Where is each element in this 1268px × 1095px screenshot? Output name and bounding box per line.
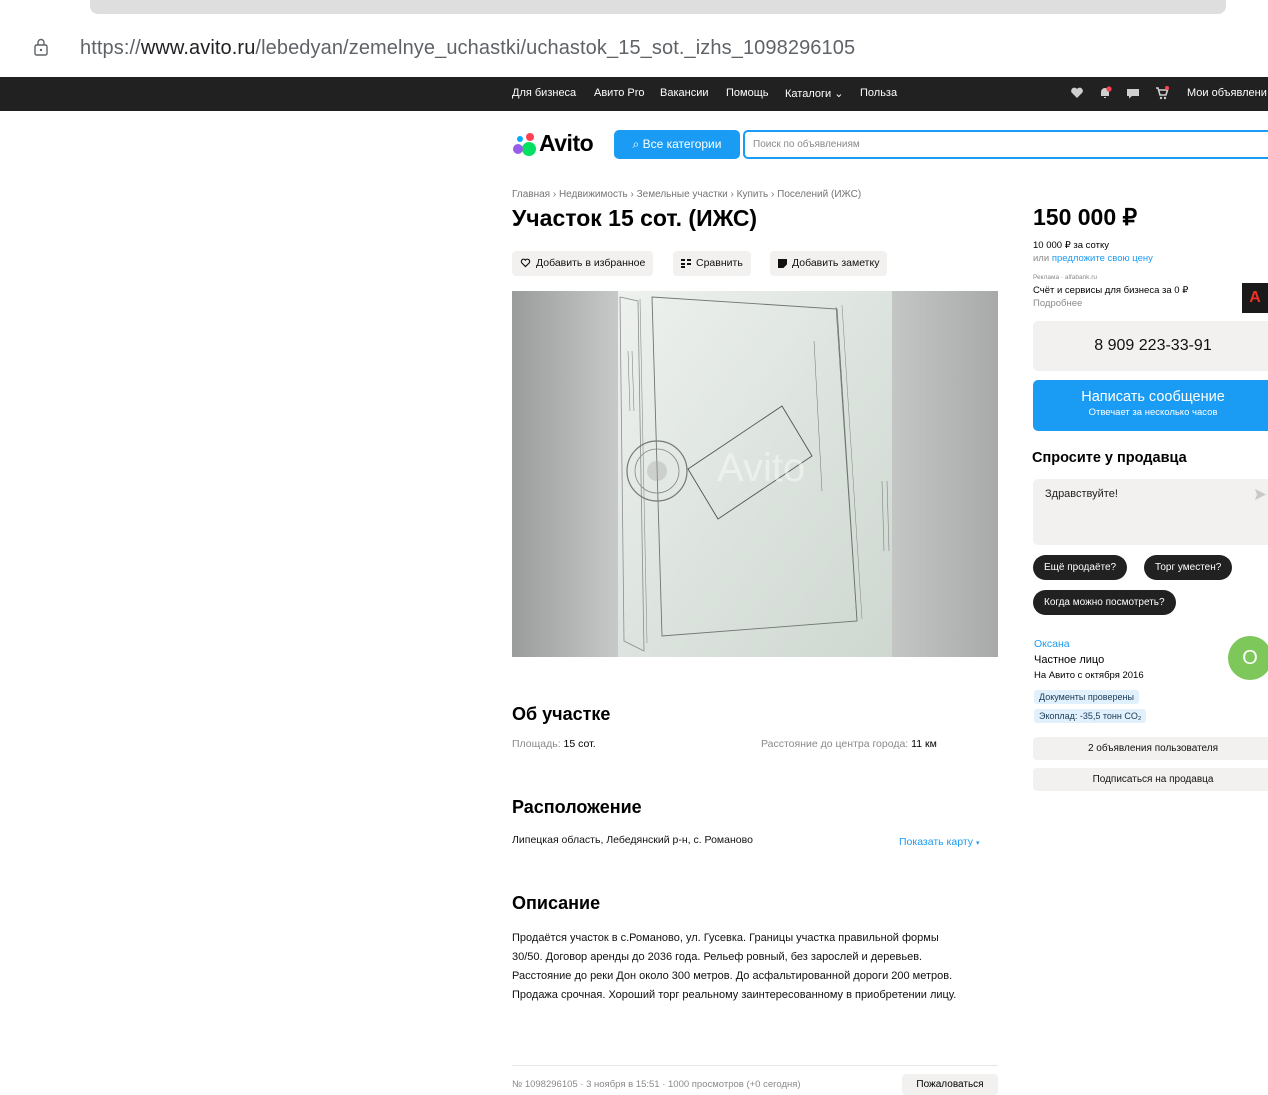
complain-button[interactable]: Пожаловаться	[902, 1074, 998, 1095]
send-icon[interactable]	[1254, 488, 1267, 501]
alfa-bank-ad-icon[interactable]: А	[1242, 283, 1268, 313]
response-time-label: Отвечает за несколько часов	[1088, 407, 1218, 418]
my-ads-link[interactable]: Мои объявлени	[1187, 87, 1267, 99]
url-text[interactable]: https://www.avito.ru/lebedyan/zemelnye_u…	[80, 37, 855, 60]
search-icon: ⌕	[632, 137, 640, 151]
offer-price-line: или предложите свою цену	[1033, 253, 1153, 264]
add-note-button[interactable]: Добавить заметку	[770, 251, 888, 276]
ask-message-text: Здравствуйте!	[1045, 488, 1118, 500]
area-value: 15 сот.	[563, 738, 596, 750]
nav-link-catalogs[interactable]: Каталоги ⌄	[785, 87, 843, 100]
note-label: Добавить заметку	[792, 257, 880, 269]
cart-icon[interactable]	[1155, 86, 1169, 100]
area-label: Площадь:	[512, 738, 561, 750]
show-map-label: Показать карту	[899, 836, 974, 848]
seller-name-link[interactable]: Оксана	[1034, 638, 1070, 650]
listing-meta: № 1098296105 · 3 ноября в 15:51 · 1000 п…	[512, 1079, 801, 1090]
chevron-down-icon: ▾	[975, 840, 980, 847]
offer-prefix: или	[1033, 253, 1050, 264]
description-text: Продаётся участок в с.Романово, ул. Гусе…	[512, 932, 957, 1001]
search-input[interactable]: Поиск по объявлениям	[743, 130, 1268, 159]
bell-icon[interactable]	[1098, 86, 1112, 100]
photo-watermark: Avito	[717, 446, 805, 490]
address-text: Липецкая область, Лебедянский р-н, с. Ро…	[512, 834, 753, 846]
quick-reply-still-selling[interactable]: Ещё продаёте?	[1033, 555, 1128, 580]
page-title: Участок 15 сот. (ИЖС)	[512, 205, 758, 231]
heart-outline-icon	[520, 258, 531, 268]
write-message-button[interactable]: Написать сообщение Отвечает за несколько…	[1033, 380, 1268, 431]
all-categories-label: Все категории	[642, 137, 722, 151]
seller-ads-button[interactable]: 2 объявления пользователя	[1033, 737, 1268, 760]
distance-label: Расстояние до центра города:	[761, 738, 909, 750]
distance-value: 11 км	[911, 738, 937, 750]
add-to-favorites-button[interactable]: Добавить в избранное	[512, 251, 654, 276]
nav-link-vacancies[interactable]: Вакансии	[660, 87, 709, 99]
ad-title[interactable]: Счёт и сервисы для бизнеса за 0 ₽	[1033, 285, 1188, 296]
chevron-down-icon: ⌄	[834, 88, 844, 100]
about-heading: Об участке	[512, 704, 611, 724]
quick-reply-bargain[interactable]: Торг уместен?	[1144, 555, 1233, 580]
seller-type: Частное лицо	[1034, 654, 1105, 666]
divider	[512, 1065, 998, 1066]
ad-more-link[interactable]: Подробнее	[1033, 298, 1082, 309]
quick-reply-viewing-time[interactable]: Когда можно посмотреть?	[1033, 590, 1176, 615]
location-heading: Расположение	[512, 797, 642, 817]
listing-photo[interactable]: Avito	[512, 291, 998, 657]
subscribe-seller-button[interactable]: Подписаться на продавца	[1033, 768, 1268, 791]
ad-label: Реклама · alfabank.ru	[1033, 274, 1098, 281]
ask-message-input[interactable]: Здравствуйте!	[1033, 479, 1268, 545]
compare-button[interactable]: Сравнить	[673, 251, 751, 276]
address-bar[interactable]: https://www.avito.ru/lebedyan/zemelnye_u…	[0, 28, 1268, 68]
nav-link-avito-pro[interactable]: Авито Pro	[594, 87, 645, 99]
show-map-link[interactable]: Показать карту ▾	[899, 836, 979, 848]
seller-since: На Авито с октября 2016	[1034, 670, 1144, 681]
compare-label: Сравнить	[696, 257, 743, 269]
all-categories-button[interactable]: ⌕ Все категории	[614, 130, 740, 159]
breadcrumb[interactable]: Главная › Недвижимость › Земельные участ…	[512, 189, 861, 200]
write-message-label: Написать сообщение	[1081, 389, 1225, 405]
land-plan-document-image: Avito	[512, 291, 998, 657]
avito-logo-icon[interactable]	[512, 131, 538, 157]
offer-price-link[interactable]: предложите свою цену	[1052, 253, 1153, 264]
distance-field: Расстояние до центра города: 11 км	[761, 738, 937, 750]
compare-icon	[681, 259, 691, 268]
nav-link-benefit[interactable]: Польза	[860, 87, 897, 99]
nav-link-business[interactable]: Для бизнеса	[512, 87, 576, 99]
note-icon	[778, 259, 787, 268]
documents-verified-badge: Документы проверены	[1034, 690, 1139, 704]
heart-icon[interactable]	[1070, 86, 1084, 100]
top-nav-bar: Для бизнеса Авито Pro Вакансии Помощь Ка…	[0, 77, 1268, 111]
lock-icon	[34, 38, 48, 56]
favorite-label: Добавить в избранное	[536, 257, 646, 269]
avito-logo-text[interactable]: Avito	[539, 130, 594, 157]
browser-tab-strip	[90, 0, 1226, 14]
nav-link-catalogs-label: Каталоги	[785, 88, 832, 100]
price: 150 000 ₽	[1033, 204, 1138, 230]
eco-contribution-badge: Экоплад: -35,5 тонн CO₂	[1034, 709, 1147, 723]
description-heading: Описание	[512, 893, 601, 913]
area-field: Площадь: 15 сот.	[512, 738, 596, 750]
chat-icon[interactable]	[1126, 86, 1140, 100]
phone-button[interactable]: 8 909 223-33-91	[1033, 321, 1268, 371]
price-per-sotka: 10 000 ₽ за сотку	[1033, 240, 1109, 251]
nav-link-help[interactable]: Помощь	[726, 87, 769, 99]
ask-seller-heading: Спросите у продавца	[1032, 450, 1187, 466]
avatar[interactable]: О	[1228, 636, 1268, 680]
